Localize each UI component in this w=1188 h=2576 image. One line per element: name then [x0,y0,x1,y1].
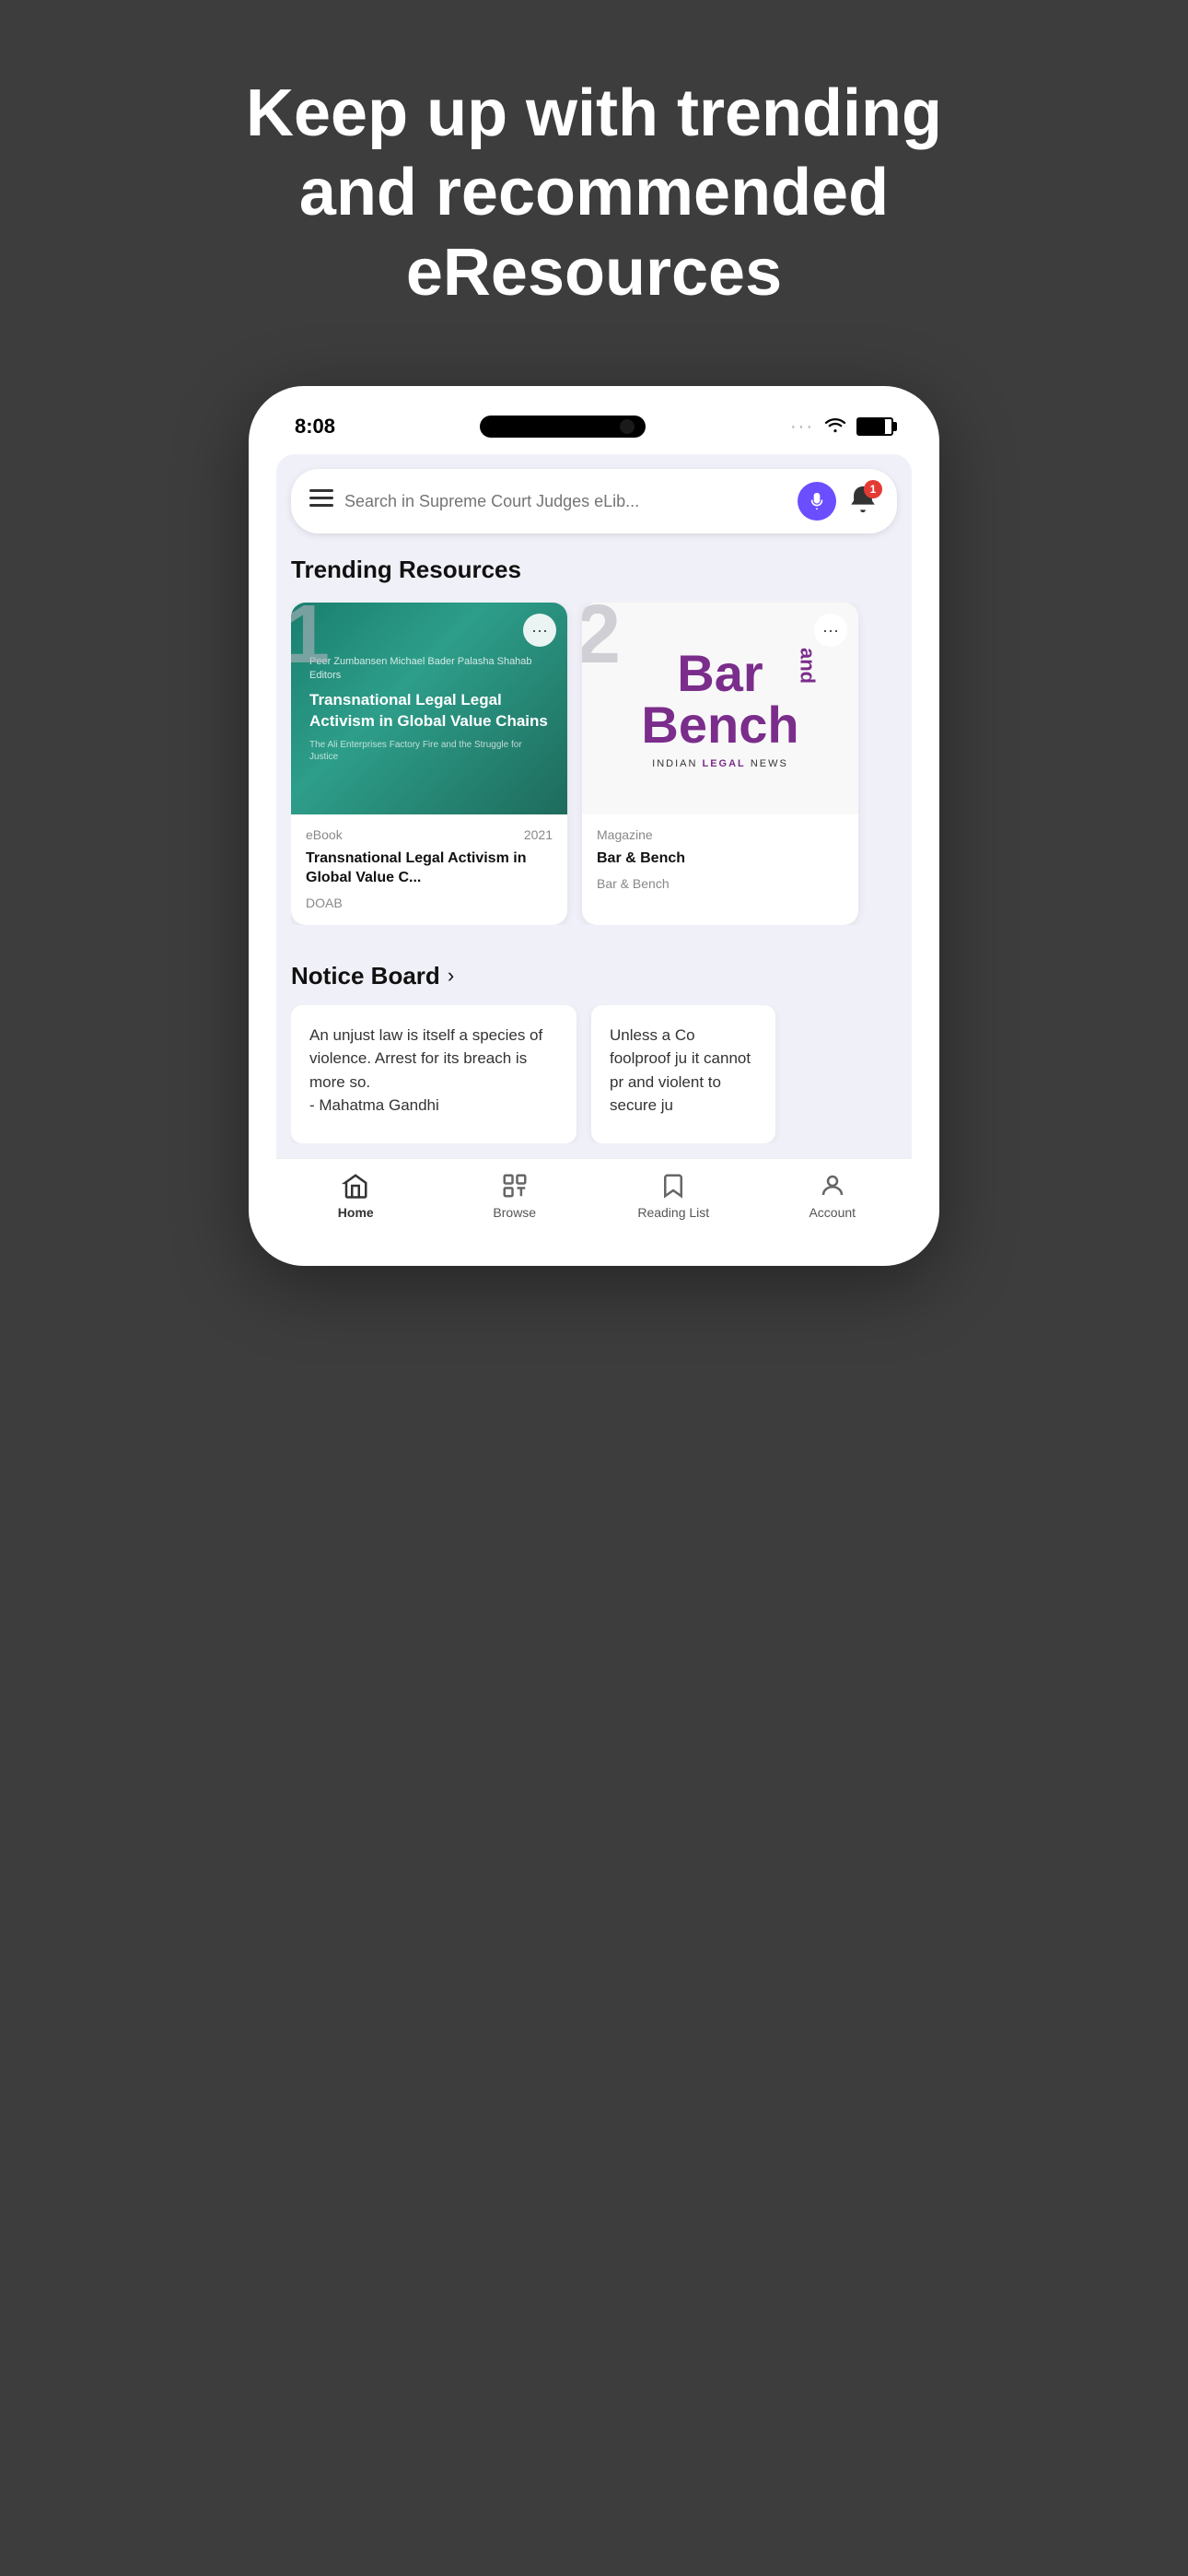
notice-card-1[interactable]: An unjust law is itself a species of vio… [291,1005,577,1143]
card-2-more-button[interactable]: ··· [814,614,847,647]
card-1-year: 2021 [524,827,553,842]
account-icon [819,1172,846,1200]
notice-header: Notice Board › [291,962,897,990]
trending-section: Trending Resources 1 Peer Zumbansen Mich… [276,533,912,940]
card-1-more-button[interactable]: ··· [523,614,556,647]
battery-icon [856,417,893,436]
wifi-icon [823,414,847,439]
card-2-info: Magazine Bar & Bench Bar & Bench [582,814,858,906]
card-2-type: Magazine [597,827,653,842]
browse-icon [501,1172,529,1200]
card-1-title-display: Transnational Legal Activism in Global V… [306,849,553,888]
phone-notch [480,416,646,438]
mic-button[interactable] [798,482,836,521]
card-2-title-display: Bar & Bench [597,849,844,869]
card-1-author: DOAB [306,896,553,910]
card-1-number: 1 [291,603,330,676]
nav-item-home[interactable]: Home [276,1172,436,1220]
nav-item-reading-list[interactable]: Reading List [594,1172,753,1220]
bottom-navigation: Home Browse Reading List [276,1158,912,1238]
card-2-author: Bar & Bench [597,876,844,891]
nav-item-browse[interactable]: Browse [436,1172,595,1220]
legal-text: LEGAL [703,758,746,769]
nav-home-label: Home [338,1205,374,1220]
notice-card-2[interactable]: Unless a Co foolproof ju it cannot pr an… [591,1005,775,1143]
notification-button[interactable]: 1 [847,484,879,520]
notice-arrow-icon[interactable]: › [448,964,454,988]
trending-card-2[interactable]: 2 Bar Bench and INDIAN LEGAL NEWS ··· [582,603,858,925]
card-2-number: 2 [582,603,621,676]
nav-reading-list-label: Reading List [637,1205,709,1220]
card-1-meta: eBook 2021 [306,827,553,842]
bar-bench-logo: Bar Bench and [641,648,798,751]
card-2-meta: Magazine [597,827,844,842]
phone-screen: 1 Trending Resources 1 Peer Zumbansen Mi… [276,454,912,1238]
nav-item-account[interactable]: Account [753,1172,913,1220]
notice-board-title: Notice Board [291,962,440,990]
phone-time: 8:08 [295,415,335,439]
menu-icon[interactable] [309,489,333,513]
search-bar: 1 [291,469,897,533]
and-text: and [798,648,818,684]
notice-board-section: Notice Board › An unjust law is itself a… [276,940,912,1158]
phone-status-icons: ··· [790,414,893,439]
phone-frame: 8:08 ··· [249,386,939,1266]
trending-card-1[interactable]: 1 Peer Zumbansen Michael Bader Palasha S… [291,603,567,925]
book-1-title: Transnational Legal Legal Activism in Gl… [309,690,549,731]
book-1-authors: Peer Zumbansen Michael Bader Palasha Sha… [309,655,549,684]
notice-card-1-text: An unjust law is itself a species of vio… [309,1026,542,1115]
signal-dots-icon: ··· [790,416,814,438]
notice-card-2-text: Unless a Co foolproof ju it cannot pr an… [610,1026,751,1115]
trending-title: Trending Resources [291,556,897,584]
bench-text: Bench [641,696,798,754]
notification-badge: 1 [864,480,882,498]
nav-account-label: Account [809,1205,856,1220]
book-1-subtitle: The Ali Enterprises Factory Fire and the… [309,739,549,763]
indian-legal-tagline: INDIAN LEGAL NEWS [652,758,788,769]
phone-status-bar: 8:08 ··· [276,414,912,439]
card-2-image: 2 Bar Bench and INDIAN LEGAL NEWS ··· [582,603,858,814]
search-input[interactable] [344,492,786,511]
nav-browse-label: Browse [493,1205,536,1220]
home-icon [342,1172,369,1200]
trending-cards-list: 1 Peer Zumbansen Michael Bader Palasha S… [291,603,897,925]
card-1-info: eBook 2021 Transnational Legal Activism … [291,814,567,925]
notice-cards-list: An unjust law is itself a species of vio… [291,1005,897,1143]
bar-text: Bar [677,644,763,702]
card-1-image: 1 Peer Zumbansen Michael Bader Palasha S… [291,603,567,814]
card-1-type: eBook [306,827,343,842]
reading-list-icon [659,1172,687,1200]
hero-headline: Keep up with trending and recommended eR… [134,0,1054,368]
